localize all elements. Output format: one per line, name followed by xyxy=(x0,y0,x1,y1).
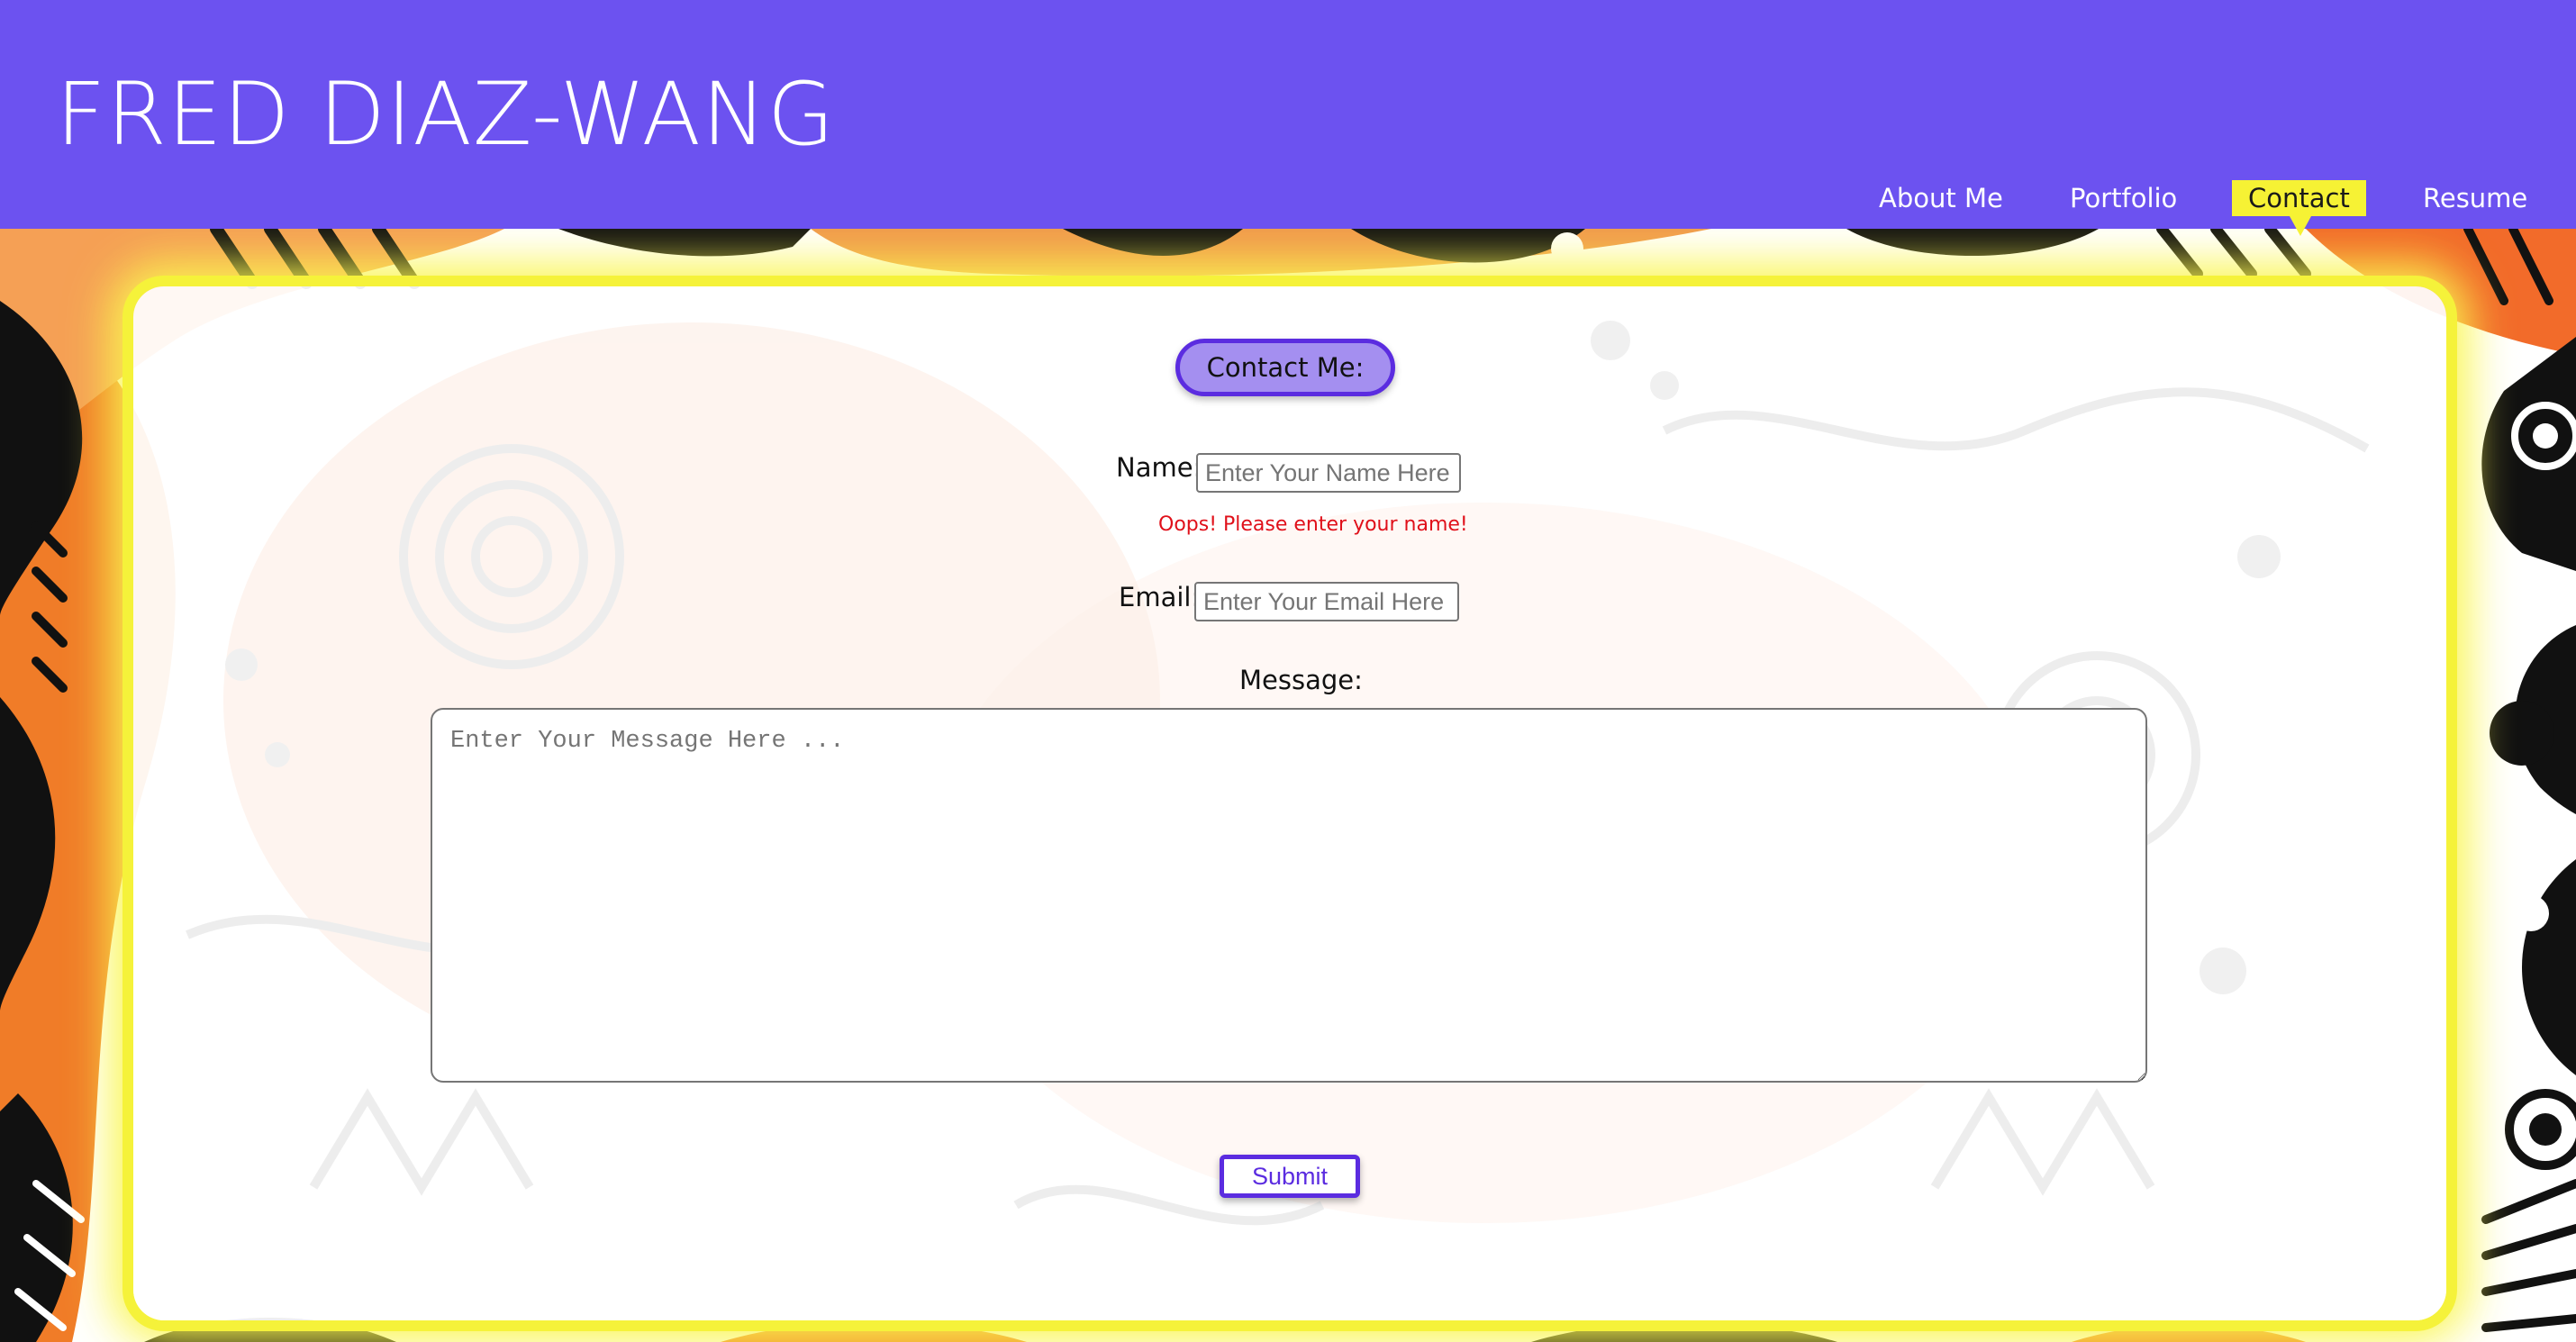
contact-heading: Contact Me: xyxy=(1175,339,1395,396)
nav-link-resume[interactable]: Resume xyxy=(2407,180,2544,216)
nav-link-about-me[interactable]: About Me xyxy=(1863,180,2019,216)
contact-form: Contact Me: Name: Oops! Please enter you… xyxy=(133,286,2446,1320)
name-input[interactable] xyxy=(1196,453,1461,493)
submit-button[interactable]: Submit xyxy=(1220,1155,1360,1198)
email-input[interactable] xyxy=(1194,582,1459,621)
message-textarea[interactable] xyxy=(431,708,2147,1083)
site-title: FRED DIAZ-WANG xyxy=(56,64,836,165)
nav-link-portfolio[interactable]: Portfolio xyxy=(2054,180,2193,216)
main-nav: About Me Portfolio Contact Resume xyxy=(0,180,2576,236)
email-label: Email: xyxy=(1119,582,1201,612)
name-label: Name: xyxy=(1116,452,1202,483)
name-error-message: Oops! Please enter your name! xyxy=(1158,513,1468,536)
nav-link-contact[interactable]: Contact xyxy=(2232,180,2366,236)
contact-card: Contact Me: Name: Oops! Please enter you… xyxy=(133,286,2446,1320)
message-label: Message: xyxy=(1239,665,1363,695)
site-header: FRED DIAZ-WANG About Me Portfolio Contac… xyxy=(0,0,2576,236)
